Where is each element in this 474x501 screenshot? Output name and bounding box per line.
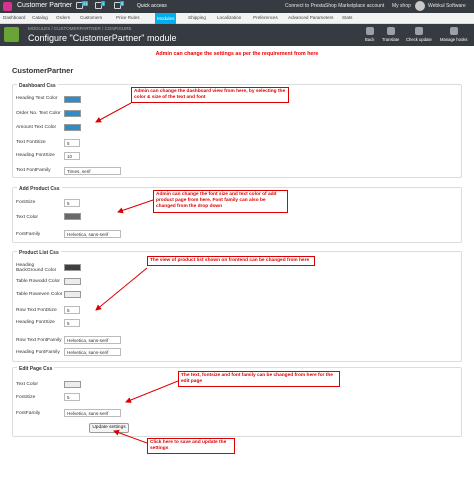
product-list-annotation: The view of product list shown on fronte… [147,256,315,267]
translate-button[interactable]: Translate [382,27,399,42]
user-menu[interactable]: Webkul Software [428,3,466,9]
order-text-color-label: Order No. Text Color [16,111,61,116]
page-title: Configure "CustomerPartner" module [28,33,177,43]
panel-heading: Edit Page Css [17,366,55,372]
row-text-fontfamily-label: Row Text FontFamily [16,338,62,343]
add-product-annotation: Admin can change the font size and text … [153,190,288,213]
breadcrumb-item[interactable]: CONFIGURE [105,26,132,31]
edit-page-annotation: The text, fontsize and font family can b… [178,371,340,388]
main-nav: Dashboard Catalog Orders Customers Price… [0,13,474,24]
edit-page-text-color-picker[interactable] [64,381,81,388]
table-rowodd-color-picker[interactable] [64,278,81,285]
amount-text-color-label: Amount Text Color [16,125,57,130]
nav-item-price-rules[interactable]: Price Rules [116,15,140,20]
breadcrumb-item[interactable]: CUSTOMERPARTNER [54,26,101,31]
row-text-fontsize-input[interactable]: 5 [64,306,80,314]
back-icon [365,27,374,35]
save-annotation: Click here to save and update the settin… [147,438,235,455]
my-shop-link[interactable]: My shop [392,3,411,9]
add-product-fontsize-input[interactable]: 5 [64,199,80,207]
row-text-fontfamily-select[interactable]: Helvetica, sans-serif [64,336,121,344]
header-annotation: Admin can change the settings as per the… [155,51,319,57]
module-title: CustomerPartner [12,66,74,75]
table-roweven-color-picker[interactable] [64,291,81,298]
heading-fontsize-label: Heading FontSize [16,320,55,325]
nav-item-dashboard[interactable]: Dashboard [3,15,25,20]
fontsize-label: FontSize [16,395,36,400]
fontfamily-label: FontFamily [16,411,41,416]
module-puzzle-icon [4,27,19,42]
prestashop-logo-icon[interactable] [3,2,12,11]
panel-heading: Product List Css [17,250,61,256]
messages-badge: 9 [120,1,125,6]
translate-icon [386,27,395,35]
nav-item-advanced-parameters[interactable]: Advanced Parameters [288,15,333,20]
order-text-color-picker[interactable] [64,110,81,117]
connect-marketplace-link[interactable]: Connect to PrestaShop Marketplace accoun… [285,3,384,9]
breadcrumb-item[interactable]: MODULES [28,26,50,31]
add-product-text-color-picker[interactable] [64,213,81,220]
dashboard-annotation: Admin can change the dashboard view from… [131,87,289,104]
text-fontsize-label: Text FontSize [16,140,46,145]
text-color-label: Text Color [16,215,39,220]
edit-page-fontfamily-select[interactable]: Helvetica, sans-serif [64,409,121,417]
table-rowodd-color-label: Table Rowodd Color [16,279,61,284]
breadcrumb: MODULES / CUSTOMERPARTNER / CONFIGURE [28,26,132,31]
nav-item-modules[interactable]: Modules [155,13,177,24]
heading-fontsize-input[interactable]: 10 [64,152,80,160]
nav-item-catalog[interactable]: Catalog [32,15,48,20]
fontsize-label: FontSize [16,200,36,205]
top-bar: Customer Partner 21 1 9 Quick access Con… [0,0,474,13]
nav-item-localization[interactable]: Localization [217,15,241,20]
nav-item-stats[interactable]: Stats [342,15,352,20]
manage-hooks-button[interactable]: Manage hooks [440,27,467,42]
text-fontfamily-select[interactable]: Times, serif [64,167,121,175]
heading-fontfamily-select[interactable]: Helvetica, sans-serif [64,348,121,356]
fontfamily-label: FontFamily [16,232,41,237]
shop-name[interactable]: Customer Partner [17,2,72,9]
panel-heading: Dashboard Css [17,83,58,89]
heading-fontsize-label: Heading FontSize [16,153,55,158]
avatar[interactable] [415,1,425,11]
add-product-fontfamily-select[interactable]: Helvetica, sans-serif [64,230,121,238]
refresh-icon [414,27,423,35]
nav-item-shipping[interactable]: Shipping [188,15,206,20]
table-roweven-color-label: Table Roweven Color [16,292,63,297]
page-header: MODULES / CUSTOMERPARTNER / CONFIGURE Co… [0,24,474,46]
customers-badge: 1 [101,1,106,6]
amount-text-color-picker[interactable] [64,124,81,131]
orders-badge: 21 [82,1,89,6]
heading-bg-color-label: Heading BackGround Color [16,263,57,273]
nav-item-orders[interactable]: Orders [56,15,70,20]
update-settings-button[interactable]: Update settings [89,423,129,433]
back-button[interactable]: Back [365,27,374,42]
heading-fontfamily-label: Heading FontFamily [16,350,60,355]
panel-heading: Add Product Css [17,186,62,192]
text-fontfamily-label: Text FontFamily [16,168,51,173]
text-fontsize-input[interactable]: 5 [64,139,80,147]
nav-item-customers[interactable]: Customers [80,15,102,20]
text-color-label: Text Color [16,382,39,387]
anchor-icon [449,27,458,35]
nav-item-preferences[interactable]: Preferences [253,15,278,20]
heading-text-color-label: Heading Text Color [16,96,58,101]
row-text-fontsize-label: Row Text FontSize [16,308,57,313]
edit-page-fontsize-input[interactable]: 5 [64,393,80,401]
quick-access-menu[interactable]: Quick access [137,3,167,9]
product-list-heading-fontsize-input[interactable]: 5 [64,319,80,327]
check-update-button[interactable]: Check update [406,27,432,42]
heading-bg-color-picker[interactable] [64,264,81,271]
heading-text-color-picker[interactable] [64,96,81,103]
